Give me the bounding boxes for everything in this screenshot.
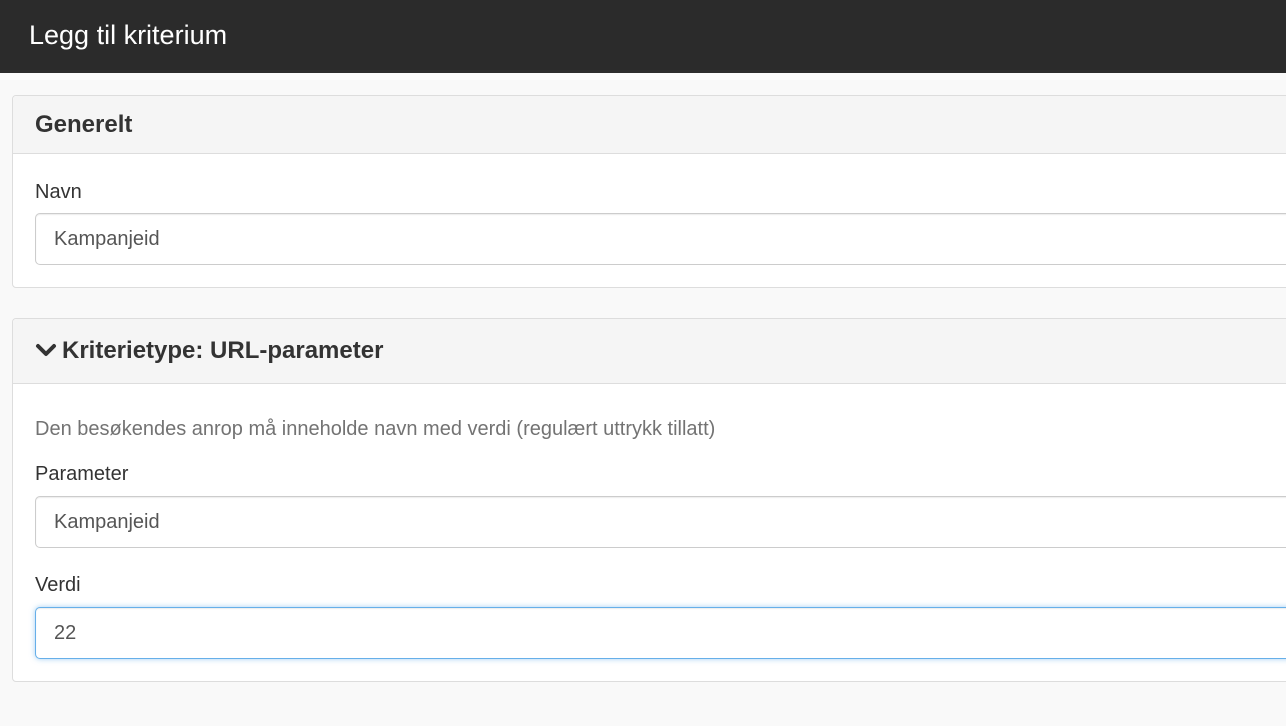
top-bar: Legg til kriterium bbox=[0, 0, 1286, 73]
name-input[interactable] bbox=[35, 213, 1286, 265]
page-title: Legg til kriterium bbox=[29, 20, 228, 50]
general-panel: Generelt Navn bbox=[12, 95, 1286, 288]
name-label: Navn bbox=[35, 181, 82, 203]
value-label: Verdi bbox=[35, 574, 81, 596]
criteria-panel-heading[interactable]: Kriterietype: URL-parameter bbox=[13, 319, 1286, 384]
criteria-panel-title: Kriterietype: URL-parameter bbox=[62, 337, 384, 364]
parameter-input[interactable] bbox=[35, 496, 1286, 548]
criteria-panel-toggle[interactable]: Kriterietype: URL-parameter bbox=[35, 337, 383, 365]
criteria-panel: Kriterietype: URL-parameter Den besøkend… bbox=[12, 318, 1286, 682]
value-input[interactable] bbox=[35, 607, 1286, 659]
criteria-help-text: Den besøkendes anrop må inneholde navn m… bbox=[35, 418, 716, 440]
general-panel-heading: Generelt bbox=[13, 96, 1286, 154]
parameter-label: Parameter bbox=[35, 463, 129, 485]
general-panel-title: Generelt bbox=[35, 111, 133, 138]
chevron-down-icon[interactable] bbox=[35, 340, 57, 362]
